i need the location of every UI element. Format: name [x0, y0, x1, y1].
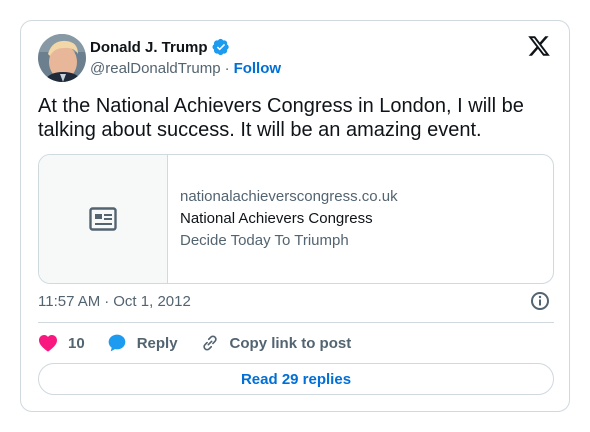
- author-handle[interactable]: @realDonaldTrump: [90, 60, 221, 77]
- copy-link-label: Copy link to post: [229, 334, 352, 352]
- separator-dot: ·: [224, 60, 230, 77]
- article-icon: [89, 207, 117, 231]
- link-preview-body: nationalachieverscongress.co.uk National…: [168, 155, 398, 283]
- tweet-timestamp: 11:57 AM · Oct 1, 2012: [38, 293, 191, 310]
- link-thumbnail: [39, 155, 168, 283]
- link-domain: nationalachieverscongress.co.uk: [180, 188, 398, 205]
- heart-icon: [39, 334, 57, 352]
- info-icon[interactable]: [530, 291, 552, 313]
- reply-label: Reply: [136, 334, 178, 352]
- separator-dot: ·: [104, 293, 110, 310]
- tweet-text: At the National Achievers Congress in Lo…: [38, 95, 524, 141]
- link-title: National Achievers Congress: [180, 210, 373, 227]
- verified-badge-icon: [212, 38, 230, 56]
- reply-button[interactable]: Reply: [107, 333, 178, 353]
- link-preview-card[interactable]: nationalachieverscongress.co.uk National…: [38, 154, 554, 284]
- tweet-time[interactable]: 11:57 AM: [38, 293, 100, 310]
- author-display-name[interactable]: Donald J. Trump: [90, 39, 208, 56]
- divider: [38, 322, 554, 323]
- reply-bubble-icon: [108, 334, 126, 352]
- tweet-date[interactable]: Oct 1, 2012: [113, 293, 191, 310]
- avatar-image: [38, 34, 86, 82]
- tweet-embed-card: Donald J. Trump @realDonaldTrump · Follo…: [20, 20, 570, 412]
- link-description: Decide Today To Triumph: [180, 232, 349, 249]
- action-bar: 10 Reply Copy link to post: [38, 332, 373, 354]
- read-replies-button[interactable]: Read 29 replies: [38, 363, 554, 395]
- like-count: 10: [68, 334, 85, 352]
- avatar[interactable]: [38, 34, 86, 82]
- author-name-row: Donald J. Trump: [90, 38, 230, 56]
- author-handle-row: @realDonaldTrump · Follow: [90, 60, 281, 77]
- link-icon: [202, 335, 217, 351]
- like-button[interactable]: 10: [38, 334, 85, 352]
- x-logo-icon[interactable]: [527, 34, 553, 58]
- follow-button[interactable]: Follow: [234, 60, 282, 77]
- copy-link-button[interactable]: Copy link to post: [200, 333, 352, 353]
